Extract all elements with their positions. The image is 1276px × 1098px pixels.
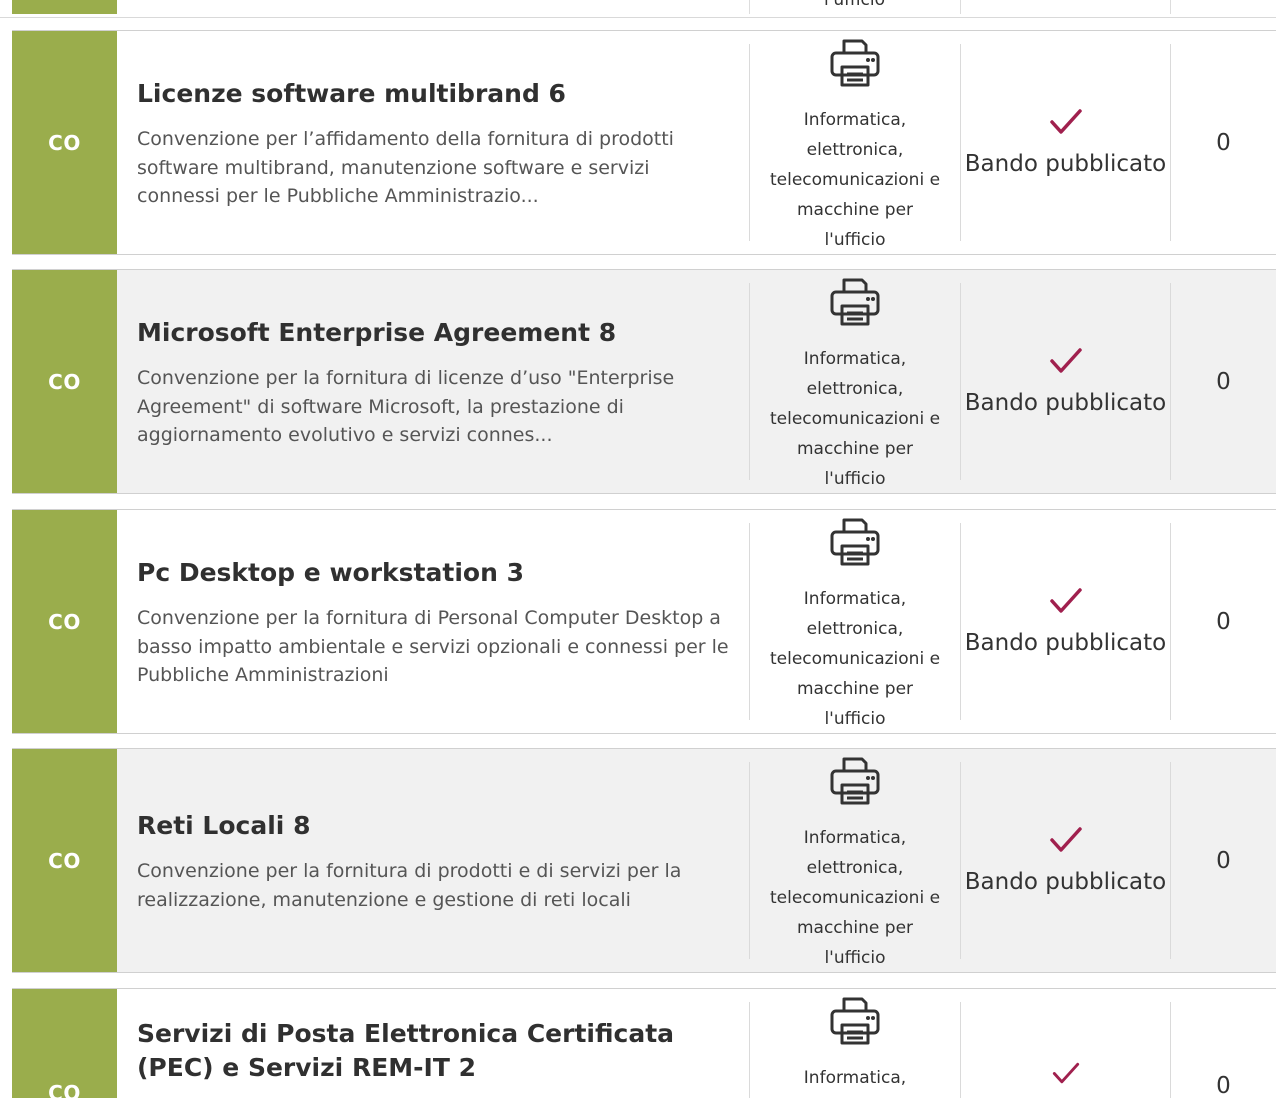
category-line: telecomunicazioni e [769, 888, 941, 908]
type-badge: CO [12, 270, 117, 493]
row-description: Convenzione per la fornitura di licenze … [137, 367, 675, 446]
table-row[interactable]: CO Licenze software multibrand 6 Convenz… [12, 30, 1276, 255]
row-description: Convenzione per l’affidamento della forn… [137, 128, 674, 207]
category-line: Informatica, [803, 110, 907, 130]
category-line: l'ufficio [824, 948, 886, 968]
type-badge: CO [12, 989, 117, 1098]
count-value: 0 [1216, 847, 1231, 874]
count-value: 0 [1216, 368, 1231, 395]
category-line: Informatica, [803, 828, 907, 848]
table-row[interactable]: CO Reti Locali 8 Convenzione per la forn… [12, 748, 1276, 973]
row-title[interactable]: Licenze software multibrand 6 [137, 77, 737, 111]
category-line: macchine per [796, 679, 914, 699]
category-line: macchine per [796, 200, 914, 220]
status-cell: Bando pubblicato [961, 270, 1170, 493]
row-title[interactable]: Microsoft Enterprise Agreement 8 [137, 316, 737, 350]
printer-icon [830, 997, 880, 1045]
row-title[interactable]: Pc Desktop e workstation 3 [137, 556, 737, 590]
category-cell: Informatica, elettronica, telecomunicazi… [750, 274, 960, 493]
row-title[interactable]: Servizi di Posta Elettronica Certificata… [137, 1017, 737, 1085]
category-line: l'ufficio [824, 709, 886, 729]
status-label: Bando pubblicato [964, 629, 1167, 656]
category-line: elettronica, [806, 858, 904, 878]
category-line: elettronica, [806, 379, 904, 399]
count-value: 0 [1216, 1073, 1231, 1098]
check-icon [1049, 587, 1082, 613]
category-line: Informatica, [803, 349, 907, 369]
type-badge: CO [12, 749, 117, 972]
check-icon [1049, 108, 1082, 134]
printer-icon [830, 518, 880, 566]
status-label: Bando pubblicato [964, 150, 1167, 177]
category-line: elettronica, [806, 140, 904, 160]
category-line: telecomunicazioni e [769, 170, 941, 190]
category-line: elettronica, [806, 619, 904, 639]
check-icon [1052, 1062, 1079, 1084]
category-line: telecomunicazioni e [769, 409, 941, 429]
status-label: Bando pubblicato [964, 389, 1167, 416]
row-description: Convenzione per la fornitura di prodotti… [137, 860, 682, 911]
table-row[interactable]: CO Servizi di Posta Elettronica Certific… [12, 988, 1276, 1098]
printer-icon [830, 39, 880, 87]
column-divider [960, 0, 961, 14]
type-badge: CO [12, 510, 117, 733]
category-line: macchine per [796, 439, 914, 459]
category-line: l'ufficio [824, 230, 886, 250]
check-icon [1049, 826, 1082, 852]
category-cell: Informatica, elettronica, telecomunicazi… [750, 753, 960, 972]
row-description: Convenzione per la fornitura di Personal… [137, 607, 729, 686]
row-title[interactable]: Reti Locali 8 [137, 809, 737, 843]
type-badge: CO [12, 31, 117, 254]
category-cell: Informatica, elettronica, telecomunicazi… [750, 514, 960, 733]
status-cell: Bando pubblicato [961, 510, 1170, 733]
status-cell [961, 989, 1170, 1098]
previous-row-category-tail: l'ufficio [823, 0, 886, 10]
previous-row-fragment: l'ufficio [0, 0, 1276, 18]
count-value: 0 [1216, 608, 1231, 635]
category-line: l'ufficio [824, 469, 886, 489]
category-cell: Informatica, [750, 993, 960, 1093]
table-row[interactable]: CO Microsoft Enterprise Agreement 8 Conv… [12, 269, 1276, 494]
category-line: macchine per [796, 918, 914, 938]
printer-icon [830, 757, 880, 805]
category-line: telecomunicazioni e [769, 649, 941, 669]
column-divider [1170, 0, 1171, 14]
count-value: 0 [1216, 129, 1231, 156]
category-cell: Informatica, elettronica, telecomunicazi… [750, 35, 960, 254]
category-line: Informatica, [803, 1068, 907, 1088]
category-line: Informatica, [803, 589, 907, 609]
table-row[interactable]: CO Pc Desktop e workstation 3 Convenzion… [12, 509, 1276, 734]
check-icon [1049, 347, 1082, 373]
printer-icon [830, 278, 880, 326]
status-cell: Bando pubblicato [961, 31, 1170, 254]
previous-row-badge [12, 0, 117, 14]
status-cell: Bando pubblicato [961, 749, 1170, 972]
status-label: Bando pubblicato [964, 868, 1167, 895]
